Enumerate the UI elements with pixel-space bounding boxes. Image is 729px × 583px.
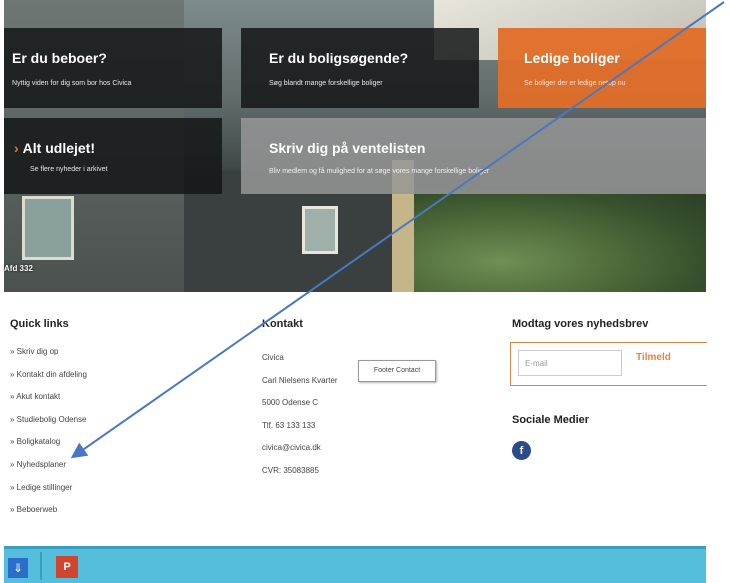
annotation-arrow bbox=[70, 1, 725, 459]
annotation-arrow-line bbox=[70, 1, 725, 459]
